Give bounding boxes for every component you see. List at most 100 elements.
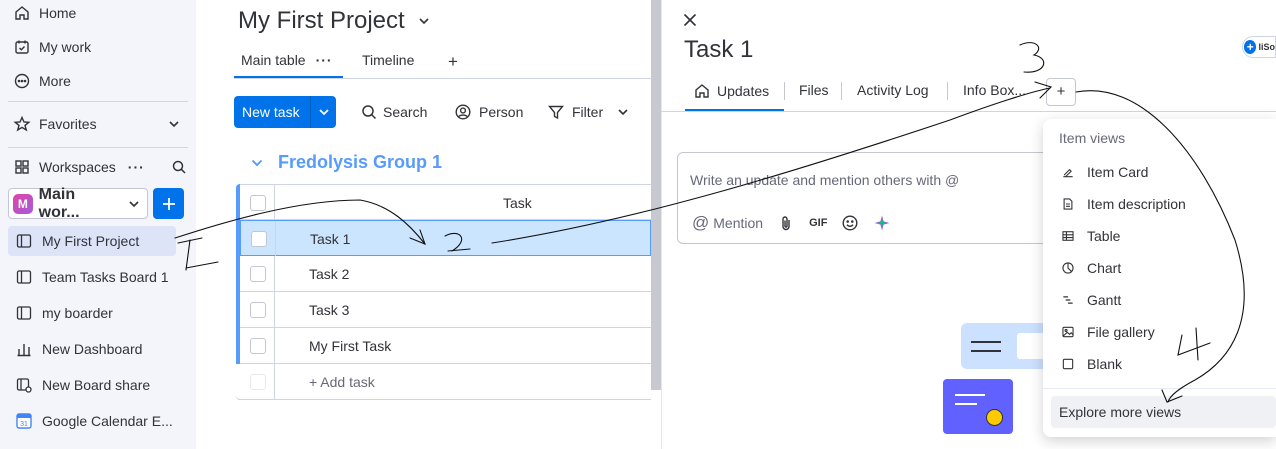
add-view-button[interactable]: + (448, 52, 458, 72)
person-label: Person (479, 104, 524, 120)
favorites-section[interactable]: Favorites (13, 115, 183, 133)
filter-icon (547, 103, 565, 121)
workspaces-label: Workspaces (39, 159, 116, 175)
sidebar-board-my-boarder[interactable]: my boarder (8, 298, 176, 328)
sidebar-board-new-board-share[interactable]: New Board share (8, 370, 176, 400)
dropdown-header: Item views (1059, 130, 1126, 146)
sidebar-board-label: My First Project (42, 233, 140, 249)
sidebar-board-team-tasks[interactable]: Team Tasks Board 1 (8, 262, 176, 292)
tab-info-box[interactable]: Info Box... (963, 82, 1026, 98)
workspaces-grid-icon (13, 158, 31, 176)
menu-item-chart[interactable]: Chart (1059, 259, 1121, 277)
menu-item-blank[interactable]: Blank (1059, 355, 1122, 373)
nav-my-work-label: My work (39, 39, 92, 55)
sidebar-board-label: New Dashboard (42, 341, 143, 357)
board-title-bar[interactable]: My First Project (238, 7, 433, 35)
blank-icon (1059, 355, 1077, 373)
chevron-down-icon[interactable] (315, 103, 333, 121)
group-header[interactable]: Fredolysis Group 1 (248, 152, 442, 173)
sidebar-board-my-first-project[interactable]: My First Project (8, 226, 176, 256)
chart-icon (1059, 259, 1077, 277)
table-header-row: Task (240, 184, 651, 221)
update-editor[interactable]: Write an update and mention others with … (677, 152, 1057, 244)
close-icon[interactable] (681, 11, 699, 32)
mention-label: Mention (713, 215, 764, 231)
item-title[interactable]: Task 1 (684, 36, 753, 64)
menu-item-table[interactable]: Table (1059, 227, 1120, 245)
nav-my-work[interactable]: My work (13, 38, 91, 56)
sidebar-board-label: Team Tasks Board 1 (42, 269, 169, 285)
workspaces-section[interactable]: Workspaces ··· (13, 158, 188, 176)
left-sidebar: Home My work More Favorites Workspaces ·… (0, 0, 196, 449)
sidebar-board-google-calendar[interactable]: 31 Google Calendar E... (8, 406, 176, 436)
chevron-down-icon[interactable] (248, 154, 266, 172)
tab-files[interactable]: Files (799, 82, 829, 98)
search-button[interactable]: Search (360, 103, 427, 121)
chevron-down-icon (415, 12, 433, 30)
explore-more-views-button[interactable]: Explore more views (1051, 396, 1276, 428)
image-icon (1059, 323, 1077, 341)
mention-button[interactable]: @ Mention (692, 213, 763, 233)
menu-item-gantt[interactable]: Gantt (1059, 291, 1121, 309)
item-card-icon (1059, 163, 1077, 181)
empty-state-card-illustration (943, 379, 1013, 434)
menu-item-label: Item Card (1087, 164, 1149, 180)
menu-item-item-description[interactable]: Item description (1059, 195, 1186, 213)
chevron-down-icon (125, 195, 143, 213)
add-tab-button[interactable]: + (1046, 78, 1076, 106)
group-title: Fredolysis Group 1 (278, 152, 443, 172)
gif-button[interactable]: GIF (809, 217, 827, 229)
document-icon (1059, 195, 1077, 213)
menu-item-item-card[interactable]: Item Card (1059, 163, 1148, 181)
workspace-avatar: M (13, 193, 33, 214)
table-row[interactable]: My First Task (240, 328, 651, 364)
ai-sparkle-icon[interactable] (873, 214, 891, 232)
panel-resize-handle[interactable] (651, 0, 661, 390)
tab-main-table[interactable]: Main table ··· (241, 52, 333, 68)
new-task-button[interactable]: New task (234, 96, 336, 128)
sidebar-divider (8, 147, 188, 148)
board-title: My First Project (238, 7, 405, 34)
calendar-check-icon (13, 38, 31, 56)
sidebar-board-new-dashboard[interactable]: New Dashboard (8, 334, 176, 364)
filter-button[interactable]: Filter (547, 103, 632, 121)
board-icon (15, 304, 33, 322)
person-filter-button[interactable]: Person (454, 103, 523, 121)
favorites-label: Favorites (39, 116, 97, 132)
google-calendar-icon: 31 (15, 412, 33, 430)
tab-timeline[interactable]: Timeline (362, 52, 414, 68)
nav-more[interactable]: More (13, 72, 71, 90)
row-checkbox[interactable] (251, 231, 267, 247)
search-icon[interactable] (170, 158, 188, 176)
add-item-button[interactable] (153, 188, 184, 219)
add-task-row[interactable]: + Add task (236, 364, 651, 400)
sidebar-board-label: New Board share (42, 377, 151, 393)
select-all-checkbox[interactable] (250, 195, 266, 211)
new-task-label: New task (242, 104, 300, 120)
tab-activity-log[interactable]: Activity Log (857, 82, 929, 98)
table-row[interactable]: Task 3 (240, 292, 651, 328)
table-row[interactable]: Task 1 (240, 220, 651, 257)
paperclip-icon[interactable] (777, 214, 795, 232)
dashboard-icon (15, 340, 33, 358)
emoji-icon[interactable] (841, 214, 859, 232)
menu-item-file-gallery[interactable]: File gallery (1059, 323, 1155, 341)
row-checkbox[interactable] (250, 338, 266, 354)
sidebar-divider (8, 101, 188, 102)
row-checkbox[interactable] (250, 302, 266, 318)
table-icon (1059, 227, 1077, 245)
chevron-down-icon (165, 115, 183, 133)
table-row[interactable]: Task 2 (240, 256, 651, 292)
ellipsis-icon[interactable]: ··· (316, 52, 333, 68)
workspace-selector[interactable]: M Main wor... (8, 186, 148, 221)
nav-home[interactable]: Home (13, 4, 76, 22)
search-label: Search (383, 104, 428, 120)
menu-item-label: Table (1087, 228, 1121, 244)
tab-updates[interactable]: Updates (693, 82, 769, 100)
row-checkbox (250, 374, 266, 390)
sidebar-board-label: Google Calendar E... (42, 413, 173, 429)
ellipsis-icon[interactable]: ··· (128, 159, 145, 175)
subscribers-avatar[interactable]: + liSo (1242, 36, 1276, 58)
row-checkbox[interactable] (250, 266, 266, 282)
chevron-down-icon (614, 103, 632, 121)
